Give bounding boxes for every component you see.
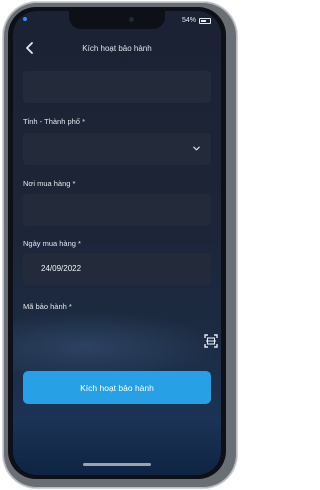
battery-icon bbox=[199, 17, 211, 24]
camera-icon bbox=[129, 17, 134, 22]
store-field[interactable] bbox=[23, 194, 211, 226]
scan-icon[interactable] bbox=[203, 333, 219, 349]
chevron-down-icon bbox=[193, 146, 200, 151]
battery-percentage: 54% bbox=[181, 17, 196, 24]
activate-warranty-button[interactable]: Kích hoạt bảo hành bbox=[23, 371, 211, 404]
status-left bbox=[23, 17, 30, 21]
warranty-label: Mã bảo hành * bbox=[23, 302, 72, 311]
notch bbox=[69, 11, 165, 29]
status-right: 54% bbox=[182, 17, 211, 24]
province-select[interactable] bbox=[23, 133, 211, 165]
nav-bar: Kích hoạt bảo hành bbox=[13, 35, 221, 61]
app-screen: 54% Kích hoạt bảo hành Tỉnh - Thành phố … bbox=[13, 11, 221, 475]
top-field[interactable] bbox=[23, 71, 211, 103]
home-indicator bbox=[83, 463, 151, 466]
background-image bbox=[13, 311, 221, 371]
store-label: Nơi mua hàng * bbox=[23, 179, 76, 188]
date-label: Ngày mua hàng * bbox=[23, 239, 81, 248]
province-label: Tỉnh - Thành phố * bbox=[23, 117, 85, 126]
date-field[interactable]: 24/09/2022 bbox=[23, 253, 211, 285]
location-indicator-icon bbox=[23, 17, 27, 21]
date-value: 24/09/2022 bbox=[41, 264, 82, 273]
page-title: Kích hoạt bảo hành bbox=[82, 44, 152, 53]
